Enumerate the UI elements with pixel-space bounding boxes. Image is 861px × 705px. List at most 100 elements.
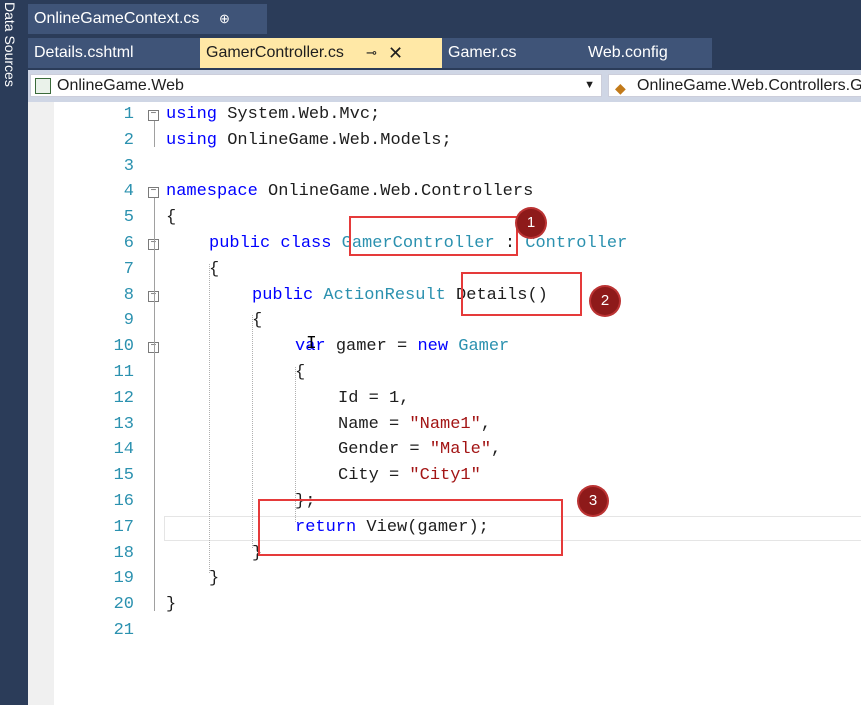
tab-gamercontroller-cs[interactable]: GamerController.cs ⊸ ✕ xyxy=(200,38,442,68)
line-number: 16 xyxy=(113,492,134,511)
code-token: "Male" xyxy=(429,440,492,460)
line-number: 20 xyxy=(113,595,134,615)
code-token: System.Web.Mvc; xyxy=(227,105,381,124)
code-line[interactable]: using OnlineGame.Web.Models; xyxy=(166,131,452,150)
line-number: 1 xyxy=(123,105,134,124)
line-number: 17 xyxy=(113,517,134,537)
fold-guide-line xyxy=(154,121,155,147)
line-number: 6 xyxy=(123,234,134,253)
annotation-badge-3: 3 xyxy=(579,487,607,515)
fold-guide-line xyxy=(154,353,155,508)
line-number: 2 xyxy=(123,130,134,150)
tab-web-config[interactable]: Web.config xyxy=(582,38,712,68)
text-cursor-icon: I xyxy=(306,334,317,354)
dropdown-arrow-icon[interactable]: ▼ xyxy=(584,75,595,96)
line-number: 15 xyxy=(113,466,134,486)
code-token: using xyxy=(166,130,228,150)
tab-label: GamerController.cs xyxy=(206,44,344,61)
code-token: } xyxy=(166,595,177,615)
line-number: 18 xyxy=(113,543,134,563)
code-line[interactable]: { xyxy=(166,208,176,227)
line-number: 3 xyxy=(123,156,134,176)
indent-guide xyxy=(209,263,210,574)
code-token: public xyxy=(252,285,324,305)
annotation-badge-2: 2 xyxy=(591,287,619,315)
code-token: gamer = xyxy=(335,337,418,357)
highlight-box-details xyxy=(461,272,582,316)
namespace-label: OnlineGame.Web.Controllers.G xyxy=(637,77,861,94)
indent-guide xyxy=(252,315,253,548)
line-number: 4 xyxy=(123,182,134,202)
code-token: { xyxy=(209,259,220,279)
code-token: , xyxy=(480,414,492,434)
code-token: ActionResult xyxy=(323,285,457,305)
project-dropdown[interactable]: OnlineGame.Web ▼ xyxy=(30,74,602,97)
line-number: 7 xyxy=(123,259,134,279)
pin-icon[interactable]: ⊸ xyxy=(366,38,377,68)
code-token: OnlineGame.Web.Models; xyxy=(227,130,452,150)
line-number: 13 xyxy=(113,414,134,434)
code-line[interactable]: Name = "Name1", xyxy=(338,415,491,434)
pin-icon[interactable]: ⊕ xyxy=(219,4,230,34)
code-token: Id = 1, xyxy=(338,388,410,408)
line-number: 12 xyxy=(113,388,134,408)
class-icon: ◆ xyxy=(615,80,626,96)
line-number: 21 xyxy=(113,621,134,640)
code-line[interactable]: var gamer = new Gamer xyxy=(295,337,509,356)
collapse-icon[interactable]: − xyxy=(148,187,159,199)
code-token: "City1" xyxy=(409,466,481,486)
line-number: 19 xyxy=(113,569,134,589)
tab-onlinegamecontext[interactable]: OnlineGameContext.cs ⊕ xyxy=(28,4,267,34)
code-token: Controller xyxy=(525,234,628,253)
code-line[interactable]: { xyxy=(209,260,219,279)
line-number: 14 xyxy=(113,440,134,460)
code-token: public class xyxy=(209,234,342,253)
code-token: City = xyxy=(338,466,410,486)
tab-label: Gamer.cs xyxy=(448,44,517,61)
code-line[interactable]: namespace OnlineGame.Web.Controllers xyxy=(166,182,533,201)
code-token: namespace xyxy=(166,182,269,202)
code-line[interactable]: City = "City1" xyxy=(338,466,481,485)
tab-label: Details.cshtml xyxy=(34,44,134,61)
line-number: 8 xyxy=(123,285,134,305)
code-token: "Name1" xyxy=(409,414,481,434)
data-sources-label[interactable]: Data Sources xyxy=(2,2,18,87)
navigation-bar: OnlineGame.Web ▼ ◆ OnlineGame.Web.Contro… xyxy=(28,70,861,103)
tab-gamer-cs[interactable]: Gamer.cs xyxy=(442,38,582,68)
highlight-box-return xyxy=(258,499,563,556)
code-line[interactable]: Gender = "Male", xyxy=(338,440,501,459)
code-token: { xyxy=(295,363,306,382)
project-label: OnlineGame.Web xyxy=(57,77,184,94)
code-token: OnlineGame.Web.Controllers xyxy=(268,182,534,202)
tab-row: Details.cshtml GamerController.cs ⊸ ✕ Ga… xyxy=(28,38,861,70)
code-line[interactable]: } xyxy=(166,595,176,614)
code-token: Gamer xyxy=(458,337,510,357)
code-token: , xyxy=(491,440,502,460)
tab-label: OnlineGameContext.cs xyxy=(34,10,200,27)
code-line[interactable]: using System.Web.Mvc; xyxy=(166,105,380,124)
line-number: 5 xyxy=(123,208,134,228)
code-token: new xyxy=(417,337,459,357)
project-icon xyxy=(35,78,51,94)
code-line[interactable]: } xyxy=(209,569,219,588)
code-line[interactable]: Id = 1, xyxy=(338,389,409,408)
collapse-icon[interactable]: − xyxy=(148,110,159,121)
code-token: } xyxy=(209,569,220,589)
tab-details-cshtml[interactable]: Details.cshtml xyxy=(28,38,200,68)
code-editor[interactable]: 1 using System.Web.Mvc; −2 using OnlineGame… xyxy=(28,102,861,705)
code-token: Name = xyxy=(338,414,410,434)
editor-margin xyxy=(28,102,54,705)
line-number: 9 xyxy=(123,311,134,331)
annotation-badge-1: 1 xyxy=(517,209,545,237)
data-sources-panel[interactable]: Data Sources xyxy=(0,0,28,705)
type-dropdown[interactable]: ◆ OnlineGame.Web.Controllers.G xyxy=(608,74,861,97)
highlight-box-classname xyxy=(349,216,518,256)
code-line[interactable]: { xyxy=(295,363,305,382)
code-line[interactable]: { xyxy=(252,311,262,330)
close-icon[interactable]: ✕ xyxy=(388,38,403,68)
tab-label: Web.config xyxy=(588,44,668,61)
code-token: using xyxy=(166,105,228,124)
code-token: { xyxy=(252,311,263,331)
code-token: Gender = xyxy=(338,440,430,460)
code-token: { xyxy=(166,208,177,228)
